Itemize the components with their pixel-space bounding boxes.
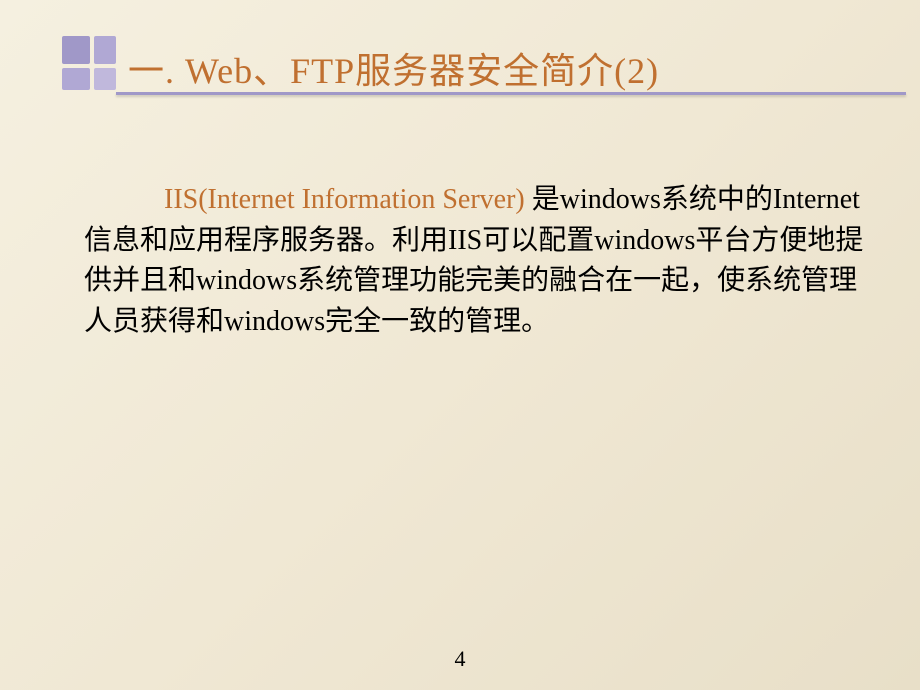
body-highlight: IIS(Internet Information Server)	[164, 184, 532, 215]
slide-body: IIS(Internet Information Server) 是window…	[84, 180, 870, 342]
decoration-squares	[62, 36, 122, 96]
title-underline	[116, 92, 906, 95]
slide-title: 一. Web、FTP服务器安全简介(2)	[128, 42, 659, 94]
deco-square	[94, 68, 116, 90]
slide-header: 一. Web、FTP服务器安全简介(2)	[0, 0, 920, 100]
page-number: 4	[455, 646, 466, 672]
deco-square	[94, 36, 116, 64]
deco-square	[62, 68, 90, 90]
deco-square	[62, 36, 90, 64]
